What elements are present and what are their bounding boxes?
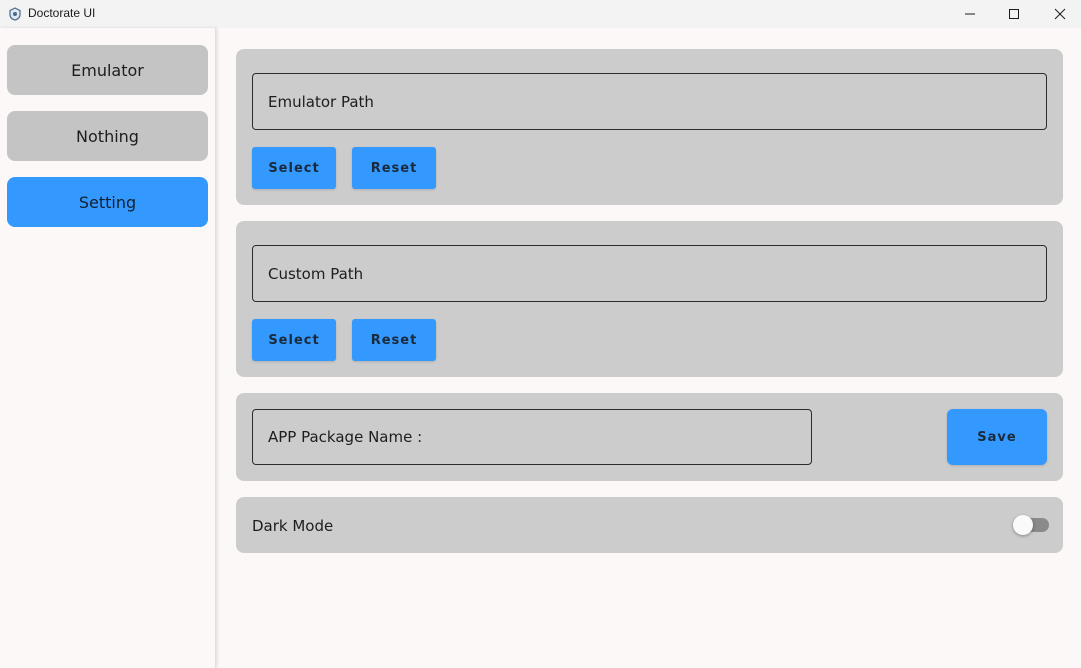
sidebar-item-setting[interactable]: Setting	[7, 177, 208, 227]
dark-mode-label: Dark Mode	[252, 517, 334, 535]
maximize-icon	[1009, 9, 1019, 19]
sidebar-item-emulator[interactable]: Emulator	[7, 45, 208, 95]
button-label: Reset	[370, 332, 418, 348]
button-label: Select	[268, 332, 320, 348]
window-title: Doctorate UI	[28, 6, 96, 20]
sidebar-item-label: Nothing	[76, 126, 139, 146]
package-name-field[interactable]: APP Package Name :	[252, 409, 812, 465]
sidebar-item-nothing[interactable]: Nothing	[7, 111, 208, 161]
custom-select-button[interactable]: Select	[252, 319, 336, 361]
sidebar: Emulator Nothing Setting	[0, 28, 216, 668]
save-button[interactable]: Save	[947, 409, 1047, 465]
minimize-button[interactable]	[947, 0, 993, 28]
close-button[interactable]	[1037, 0, 1081, 28]
app-shield-icon	[9, 7, 21, 21]
package-name-text: APP Package Name :	[268, 428, 423, 446]
emulator-path-card: Emulator Path Select Reset	[236, 49, 1063, 205]
sidebar-item-label: Setting	[78, 192, 137, 212]
emulator-reset-button[interactable]: Reset	[352, 147, 436, 189]
dark-mode-card: Dark Mode	[236, 497, 1063, 553]
custom-reset-button[interactable]: Reset	[352, 319, 436, 361]
close-icon	[1054, 8, 1066, 20]
emulator-path-text: Emulator Path	[268, 92, 374, 111]
custom-path-field[interactable]: Custom Path	[252, 245, 1047, 302]
emulator-path-field[interactable]: Emulator Path	[252, 73, 1047, 130]
title-bar: Doctorate UI	[0, 0, 1081, 28]
custom-path-card: Custom Path Select Reset	[236, 221, 1063, 377]
minimize-icon	[965, 13, 975, 15]
toggle-thumb[interactable]	[1013, 515, 1033, 535]
package-card: APP Package Name : Save	[236, 393, 1063, 481]
emulator-select-button[interactable]: Select	[252, 147, 336, 189]
button-label: Reset	[370, 160, 418, 176]
maximize-button[interactable]	[991, 0, 1037, 28]
sidebar-item-label: Emulator	[71, 60, 144, 80]
button-label: Save	[977, 429, 1017, 445]
button-label: Select	[268, 160, 320, 176]
custom-path-text: Custom Path	[268, 264, 364, 283]
